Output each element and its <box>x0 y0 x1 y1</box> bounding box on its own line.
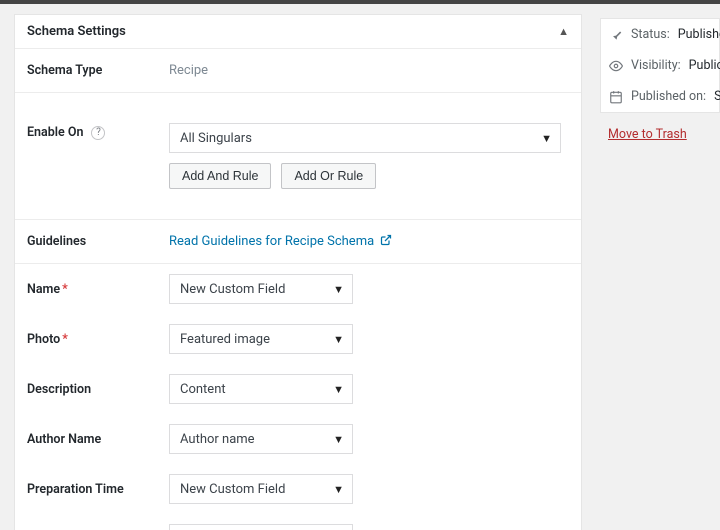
row-description: Description Content▼ <box>15 364 581 414</box>
label-schema-type: Schema Type <box>15 53 159 88</box>
external-link-icon <box>380 234 392 249</box>
author-name-select[interactable]: Author name▼ <box>169 424 353 454</box>
move-to-trash-link[interactable]: Move to Trash <box>600 113 720 142</box>
main-wrap: Schema Settings ▲ Schema Type Recipe Ena… <box>0 4 720 530</box>
chevron-down-icon: ▼ <box>333 483 344 496</box>
preparation-time-select[interactable]: New Custom Field▼ <box>169 474 353 504</box>
label-preparation-time: Preparation Time <box>15 472 159 507</box>
status-line: Status: Published E <box>601 19 719 50</box>
chevron-down-icon: ▼ <box>333 383 344 396</box>
label-enable-on: Enable On ? <box>15 113 159 150</box>
chevron-down-icon: ▼ <box>333 333 344 346</box>
publish-sidebar: Status: Published E Visibility: Public E… <box>600 14 720 142</box>
panel-collapse-icon[interactable]: ▲ <box>558 25 569 38</box>
row-enable-on: Enable On ? All Singulars ▼ Add And Rule… <box>15 93 581 220</box>
label-cook-time: Cook Time <box>15 522 159 530</box>
label-guidelines: Guidelines <box>15 224 159 259</box>
value-schema-type: Recipe <box>159 53 581 88</box>
label-author-name: Author Name <box>15 422 159 457</box>
schema-fields: Name * New Custom Field▼ Photo * Feature… <box>15 264 581 530</box>
chevron-down-icon: ▼ <box>541 132 552 145</box>
panel-title: Schema Settings <box>27 24 126 39</box>
chevron-down-icon: ▼ <box>333 283 344 296</box>
row-preparation-time: Preparation Time New Custom Field▼ <box>15 464 581 514</box>
description-select[interactable]: Content▼ <box>169 374 353 404</box>
name-select[interactable]: New Custom Field▼ <box>169 274 353 304</box>
enable-on-select-value: All Singulars <box>180 131 252 146</box>
panel-header[interactable]: Schema Settings ▲ <box>15 15 581 49</box>
chevron-down-icon: ▼ <box>333 433 344 446</box>
help-icon[interactable]: ? <box>91 126 105 140</box>
eye-icon <box>609 59 623 73</box>
label-name: Name * <box>15 272 159 307</box>
visibility-line: Visibility: Public Ed <box>601 50 719 81</box>
row-name: Name * New Custom Field▼ <box>15 264 581 314</box>
calendar-icon <box>609 90 623 104</box>
add-and-rule-button[interactable]: Add And Rule <box>169 163 271 189</box>
schema-settings-panel: Schema Settings ▲ Schema Type Recipe Ena… <box>14 14 582 530</box>
row-author-name: Author Name Author name▼ <box>15 414 581 464</box>
pin-icon <box>609 28 623 42</box>
published-on-line: Published on: Sep 1 <box>601 81 719 112</box>
photo-select[interactable]: Featured image▼ <box>169 324 353 354</box>
label-description: Description <box>15 372 159 407</box>
cook-time-select[interactable]: New Custom Field▼ <box>169 524 353 530</box>
row-schema-type: Schema Type Recipe <box>15 49 581 93</box>
page: Schema Settings ▲ Schema Type Recipe Ena… <box>0 0 720 530</box>
publish-box: Status: Published E Visibility: Public E… <box>600 18 720 113</box>
add-or-rule-button[interactable]: Add Or Rule <box>281 163 376 189</box>
row-cook-time: Cook Time New Custom Field▼ <box>15 514 581 530</box>
row-photo: Photo * Featured image▼ <box>15 314 581 364</box>
enable-on-select[interactable]: All Singulars ▼ <box>169 123 561 153</box>
label-photo: Photo * <box>15 322 159 357</box>
row-guidelines: Guidelines Read Guidelines for Recipe Sc… <box>15 220 581 264</box>
guidelines-link[interactable]: Read Guidelines for Recipe Schema <box>169 234 392 249</box>
